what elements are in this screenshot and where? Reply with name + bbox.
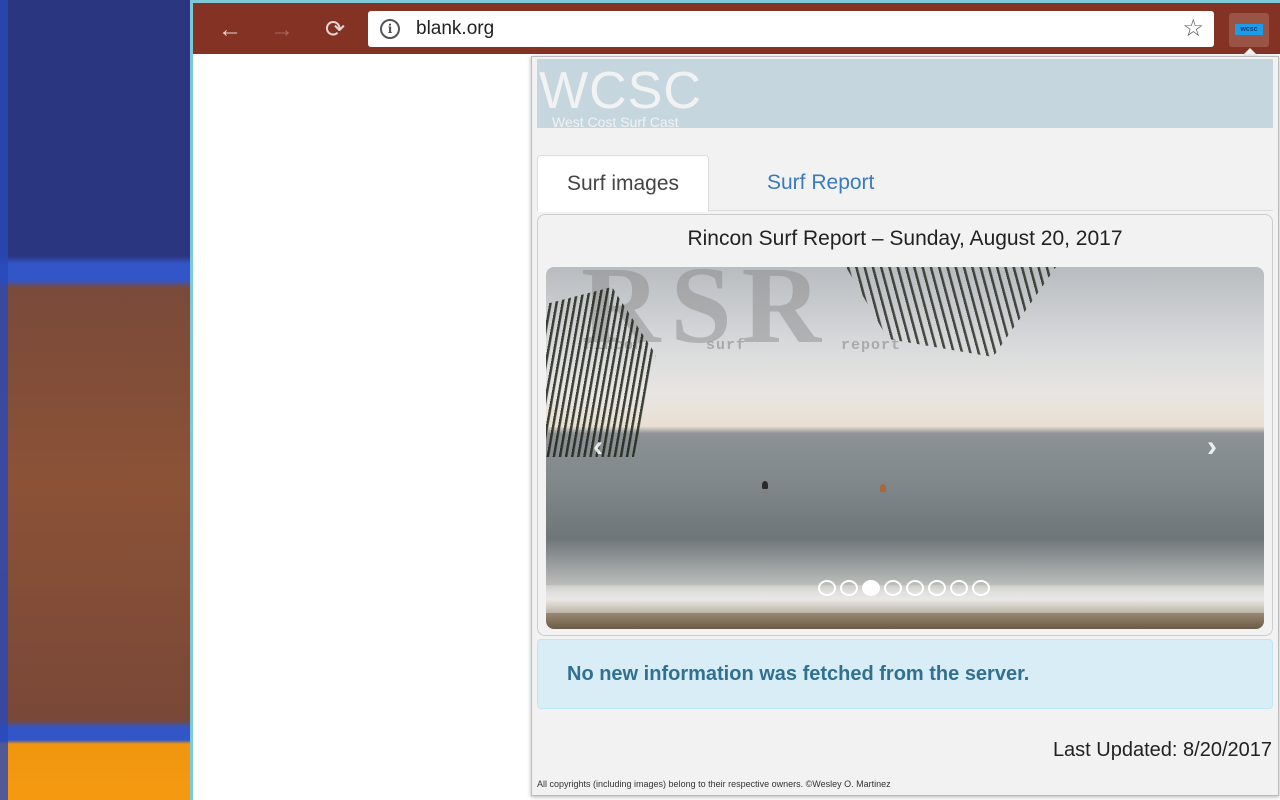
surfer-figure [880, 484, 886, 492]
back-button[interactable]: ← [215, 15, 245, 45]
carousel-indicators [818, 580, 990, 596]
popup-arrow [1242, 48, 1258, 56]
wcsc-extension-button[interactable]: wcsc [1229, 13, 1269, 47]
info-alert: No new information was fetched from the … [537, 639, 1273, 709]
tab-surf-report[interactable]: Surf Report [738, 155, 903, 212]
back-arrow-icon: ← [218, 16, 242, 43]
address-bar[interactable]: i blank.org ☆ [368, 11, 1214, 47]
wcsc-extension-icon: wcsc [1235, 24, 1263, 35]
surfer-figure [762, 481, 768, 489]
forward-arrow-icon: → [270, 16, 294, 43]
carousel-indicator-dot[interactable] [906, 580, 924, 596]
alert-message: No new information was fetched from the … [567, 663, 1030, 685]
app-logo-title: WCSC [539, 62, 702, 120]
watermark-word: report [841, 337, 902, 354]
url-text[interactable]: blank.org [416, 18, 494, 40]
carousel-prev-button[interactable]: ‹ [578, 427, 618, 467]
popup-header: WCSC West Cost Surf Cast [537, 59, 1273, 128]
desktop-wallpaper [0, 0, 192, 800]
reload-button[interactable]: ⟳ [320, 15, 350, 45]
chevron-right-icon: › [1207, 430, 1217, 463]
carousel-indicator-dot[interactable] [972, 580, 990, 596]
reload-icon: ⟳ [324, 16, 346, 43]
info-icon[interactable]: i [380, 19, 400, 39]
chevron-left-icon: ‹ [593, 430, 603, 463]
forward-button[interactable]: → [267, 15, 297, 45]
image-carousel: RSR rincon surf report ‹ › [546, 267, 1264, 629]
last-updated: Last Updated: 8/20/2017 [1052, 739, 1272, 761]
carousel-indicator-dot[interactable] [928, 580, 946, 596]
tab-bar: Surf images Surf Report [537, 155, 1273, 212]
surf-images-panel: Rincon Surf Report – Sunday, August 20, … [537, 214, 1273, 636]
carousel-indicator-dot[interactable] [950, 580, 968, 596]
carousel-indicator-dot[interactable] [840, 580, 858, 596]
carousel-indicator-dot[interactable] [884, 580, 902, 596]
extension-popup: WCSC West Cost Surf Cast Surf images Sur… [531, 56, 1279, 796]
report-title: Rincon Surf Report – Sunday, August 20, … [687, 227, 1123, 250]
copyright-notice: All copyrights (including images) belong… [537, 779, 891, 789]
carousel-indicator-dot[interactable] [862, 580, 880, 596]
app-subtitle: West Cost Surf Cast [552, 114, 679, 128]
watermark-word: surf [706, 337, 747, 354]
bookmark-star-icon[interactable]: ☆ [1182, 14, 1204, 43]
carousel-indicator-dot[interactable] [818, 580, 836, 596]
carousel-next-button[interactable]: › [1192, 427, 1232, 467]
browser-toolbar: ← → ⟳ i blank.org ☆ wcsc [193, 0, 1280, 54]
tab-surf-images[interactable]: Surf images [537, 155, 710, 212]
